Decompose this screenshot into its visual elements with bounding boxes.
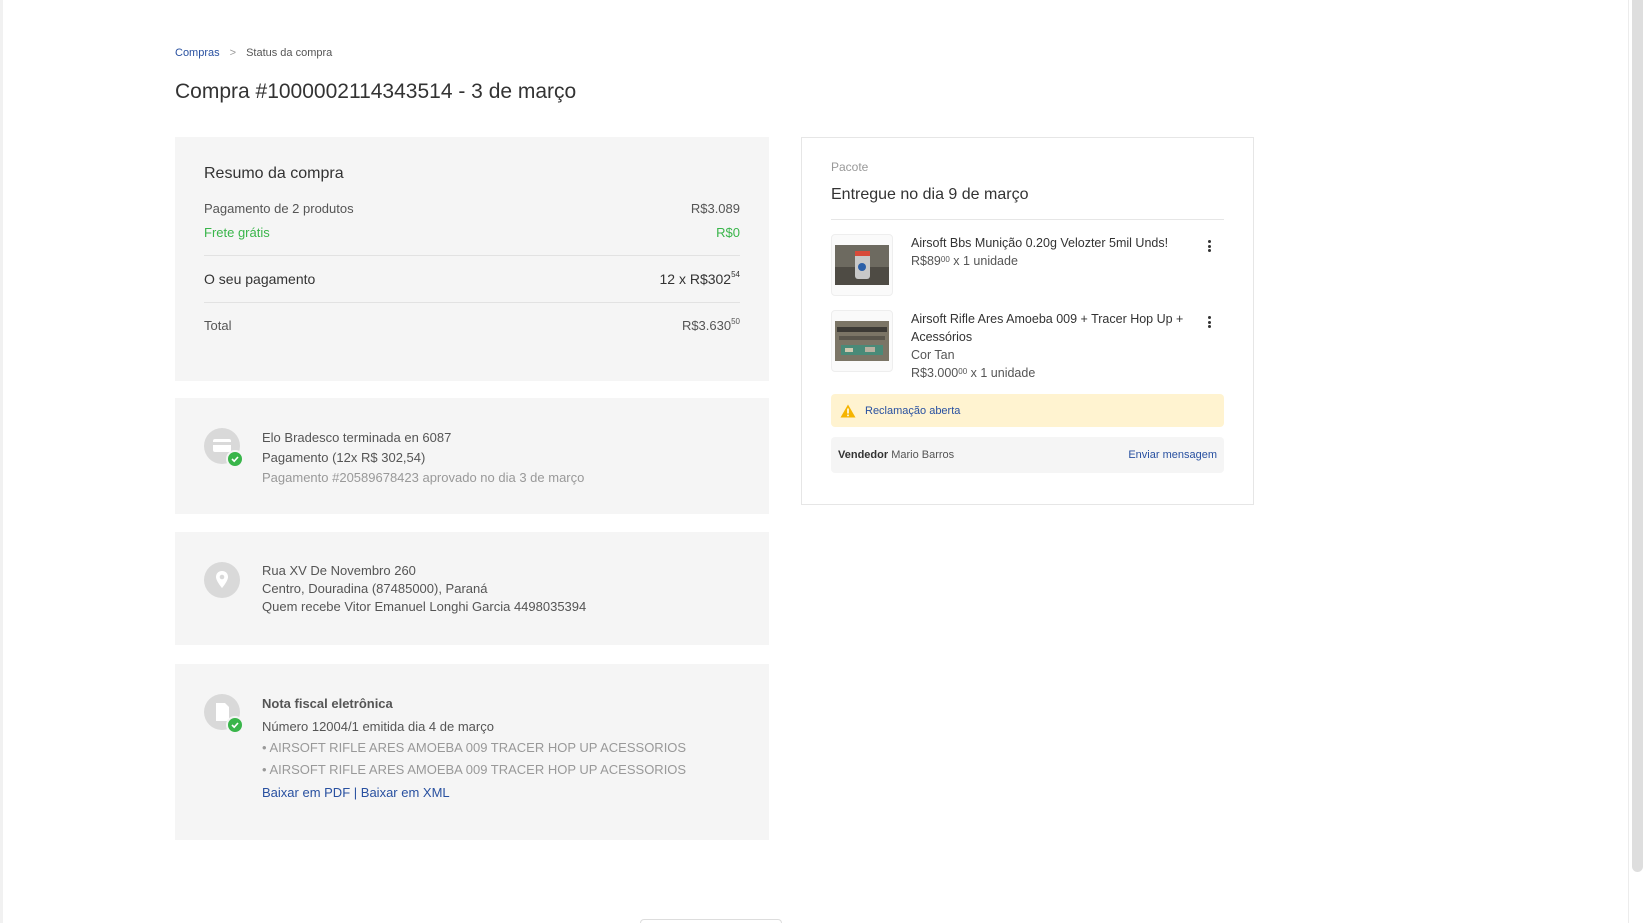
breadcrumb-separator: > — [229, 47, 237, 59]
package-label: Pacote — [831, 160, 869, 174]
product-item[interactable]: Airsoft Bbs Munição 0.20g Velozter 5mil … — [831, 234, 1224, 296]
invoice-number: Número 12004/1 emitida dia 4 de março — [262, 719, 494, 734]
product-quantity: x 1 unidade — [970, 366, 1036, 380]
invoice-title: Nota fiscal eletrônica — [262, 696, 393, 711]
card-description: Elo Bradesco terminada en 6087 — [262, 430, 452, 445]
package-status: Entregue no dia 9 de março — [831, 186, 1224, 220]
payment-main: 12 x R$302 — [659, 271, 732, 287]
price-main: R$3.000 — [911, 366, 959, 380]
address-card: Rua XV De Novembro 260 Centro, Douradina… — [175, 532, 769, 645]
scrollbar[interactable] — [1628, 0, 1645, 923]
total-row: Total R$3.63050 — [204, 317, 740, 333]
product-item[interactable]: Airsoft Rifle Ares Amoeba 009 + Tracer H… — [831, 310, 1224, 382]
purchase-summary-card: Resumo da compra Pagamento de 2 produtos… — [175, 137, 769, 381]
payment-cents: 54 — [731, 270, 740, 279]
page-title: Compra #1000002114343514 - 3 de março — [175, 80, 577, 103]
package-card: Pacote Entregue no dia 9 de março Airsof… — [801, 137, 1254, 505]
left-edge — [0, 0, 3, 923]
invoice-item-text: AIRSOFT RIFLE ARES AMOEBA 009 TRACER HOP… — [269, 762, 687, 777]
download-pdf-link[interactable]: Baixar em PDF — [262, 785, 350, 800]
products-label: Pagamento de 2 produtos — [204, 201, 354, 216]
claim-banner[interactable]: Reclamação aberta — [831, 394, 1224, 427]
payment-info: Elo Bradesco terminada en 6087 Pagamento… — [262, 428, 584, 514]
divider — [204, 255, 740, 256]
payment-label: O seu pagamento — [204, 271, 316, 287]
total-label: Total — [204, 318, 232, 333]
invoice-item: • AIRSOFT RIFLE ARES AMOEBA 009 TRACER H… — [262, 737, 686, 759]
products-row: Pagamento de 2 produtos R$3.089 — [204, 201, 740, 216]
price-cents: 00 — [958, 367, 968, 376]
breadcrumb-current: Status da compra — [246, 47, 333, 59]
link-separator: | — [353, 785, 358, 800]
check-icon — [226, 450, 244, 468]
shipping-value: R$0 — [716, 225, 740, 240]
invoice-download-links: Baixar em PDF | Baixar em XML — [262, 781, 686, 805]
kebab-menu-icon[interactable] — [1202, 238, 1216, 254]
breadcrumb: Compras > Status da compra — [175, 47, 332, 59]
scrollbar-thumb[interactable] — [1632, 0, 1643, 872]
total-main: R$3.630 — [681, 318, 732, 333]
total-cents: 50 — [731, 317, 740, 326]
installments: Pagamento (12x R$ 302,54) — [262, 450, 426, 465]
invoice-item: • AIRSOFT RIFLE ARES AMOEBA 009 TRACER H… — [262, 759, 686, 781]
check-icon — [226, 716, 244, 734]
download-xml-link[interactable]: Baixar em XML — [361, 785, 450, 800]
total-value: R$3.63050 — [681, 317, 740, 333]
payment-row: O seu pagamento 12 x R$30254 — [204, 270, 740, 287]
document-icon — [204, 694, 244, 734]
bullet: • — [262, 762, 267, 777]
product-variant: Cor Tan — [911, 348, 955, 362]
location-pin-icon — [204, 562, 240, 598]
seller-bar: Vendedor Mario Barros Enviar mensagem — [831, 437, 1224, 473]
payment-approval: Pagamento #20589678423 aprovado no dia 3… — [262, 470, 585, 485]
seller-name: Mario Barros — [891, 449, 955, 461]
product-title[interactable]: Airsoft Rifle Ares Amoeba 009 + Tracer H… — [911, 310, 1191, 346]
invoice-item-text: AIRSOFT RIFLE ARES AMOEBA 009 TRACER HOP… — [269, 740, 687, 755]
address-street: Rua XV De Novembro 260 — [262, 563, 416, 578]
kebab-menu-icon[interactable] — [1202, 314, 1216, 330]
seller-label: Vendedor — [838, 449, 889, 461]
product-price: R$8900 x 1 unidade — [911, 252, 1191, 270]
product-details: Airsoft Rifle Ares Amoeba 009 + Tracer H… — [911, 310, 1191, 382]
breadcrumb-compras-link[interactable]: Compras — [175, 47, 220, 59]
warning-icon — [840, 404, 856, 418]
payment-value: 12 x R$30254 — [659, 270, 740, 287]
price-main: R$89 — [911, 254, 941, 268]
bullet: • — [262, 740, 267, 755]
shipping-row: Frete grátis R$0 — [204, 225, 740, 240]
divider — [204, 302, 740, 303]
product-thumbnail[interactable] — [831, 310, 893, 372]
invoice-info: Nota fiscal eletrônica Número 12004/1 em… — [262, 694, 686, 840]
claim-link[interactable]: Reclamação aberta — [865, 405, 960, 417]
address-info: Rua XV De Novembro 260 Centro, Douradina… — [262, 562, 586, 645]
products-value: R$3.089 — [690, 201, 740, 216]
send-message-link[interactable]: Enviar mensagem — [1128, 449, 1217, 461]
seller-info: Vendedor Mario Barros — [838, 449, 954, 461]
payment-card: Elo Bradesco terminada en 6087 Pagamento… — [175, 398, 769, 514]
credit-card-icon — [204, 428, 244, 468]
bottom-button[interactable] — [640, 919, 782, 923]
invoice-card: Nota fiscal eletrônica Número 12004/1 em… — [175, 664, 769, 840]
address-receiver: Quem recebe Vitor Emanuel Longhi Garcia … — [262, 599, 587, 614]
product-details: Airsoft Bbs Munição 0.20g Velozter 5mil … — [911, 234, 1191, 296]
product-thumbnail[interactable] — [831, 234, 893, 296]
summary-title: Resumo da compra — [204, 165, 344, 182]
product-title[interactable]: Airsoft Bbs Munição 0.20g Velozter 5mil … — [911, 234, 1191, 252]
product-quantity: x 1 unidade — [953, 254, 1018, 268]
product-price: R$3.00000 x 1 unidade — [911, 364, 1191, 382]
shipping-label: Frete grátis — [204, 225, 270, 240]
price-cents: 00 — [940, 255, 950, 264]
address-city: Centro, Douradina (87485000), Paraná — [262, 581, 488, 596]
